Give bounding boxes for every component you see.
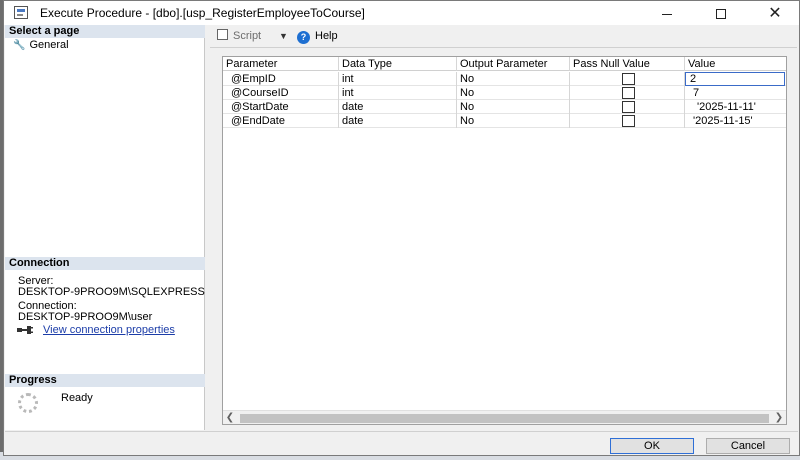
value-input[interactable]: 2 <box>685 72 785 86</box>
window-title: Execute Procedure - [dbo].[usp_RegisterE… <box>40 6 365 20</box>
view-connection-properties-link[interactable]: View connection properties <box>43 324 175 336</box>
horizontal-scrollbar[interactable]: ❮ ❯ <box>223 410 786 424</box>
help-icon: ? <box>297 31 310 44</box>
cancel-button[interactable]: Cancel <box>706 438 790 454</box>
connection-plug-icon <box>17 326 33 334</box>
help-label: Help <box>315 30 338 42</box>
connection-header: Connection <box>5 257 205 270</box>
parameters-grid: Parameter Data Type Output Parameter Pas… <box>222 56 787 425</box>
value-cell[interactable]: '2025-11-15' <box>685 114 786 128</box>
select-page-header: Select a page <box>5 25 205 38</box>
value-cell[interactable]: '2025-11-11' <box>685 100 786 114</box>
toolbar-divider <box>210 47 797 48</box>
parameter-cell: @CourseID <box>223 86 339 100</box>
script-label: Script <box>233 30 262 42</box>
column-header-parameter[interactable]: Parameter <box>223 57 339 71</box>
toolbar: Script ▼ ? Help <box>209 27 794 45</box>
scroll-left-icon[interactable]: ❮ <box>223 411 237 424</box>
page-item-general[interactable]: 🔧 General <box>13 38 69 52</box>
app-window-icon <box>14 6 28 19</box>
table-row[interactable]: @EmpID int No 2 <box>223 72 786 86</box>
pass-null-checkbox[interactable] <box>622 101 635 113</box>
grid-header: Parameter Data Type Output Parameter Pas… <box>223 57 786 71</box>
data-type-cell: int <box>339 72 457 86</box>
footer-divider <box>5 431 798 432</box>
title-bar[interactable]: Execute Procedure - [dbo].[usp_RegisterE… <box>4 1 799 25</box>
parameter-cell: @StartDate <box>223 100 339 114</box>
value-cell[interactable]: 7 <box>685 86 786 100</box>
help-button[interactable]: ? Help <box>297 28 338 44</box>
data-type-cell: date <box>339 114 457 128</box>
table-row[interactable]: @EndDate date No '2025-11-15' <box>223 114 786 128</box>
ok-button[interactable]: OK <box>610 438 694 454</box>
table-row[interactable]: @StartDate date No '2025-11-11' <box>223 100 786 114</box>
parameter-cell: @EmpID <box>223 72 339 86</box>
script-icon <box>217 29 228 40</box>
scrollbar-thumb[interactable] <box>240 414 769 423</box>
output-parameter-cell: No <box>457 114 570 128</box>
output-parameter-cell: No <box>457 100 570 114</box>
pass-null-checkbox[interactable] <box>622 73 635 85</box>
close-button[interactable]: ✕ <box>752 1 798 25</box>
script-button[interactable]: Script <box>217 28 261 44</box>
progress-status: Ready <box>61 392 93 404</box>
maximize-button[interactable] <box>698 1 744 25</box>
progress-spinner-icon <box>18 393 38 413</box>
pass-null-checkbox[interactable] <box>622 115 635 127</box>
minimize-button[interactable] <box>644 1 690 25</box>
output-parameter-cell: No <box>457 72 570 86</box>
parameter-cell: @EndDate <box>223 114 339 128</box>
minimize-icon <box>662 13 672 15</box>
column-header-value[interactable]: Value <box>685 57 786 71</box>
left-panel: Select a page 🔧 General Connection Server… <box>5 25 205 430</box>
column-header-pass-null-value[interactable]: Pass Null Value <box>570 57 685 71</box>
column-header-output-parameter[interactable]: Output Parameter <box>457 57 570 71</box>
data-type-cell: date <box>339 100 457 114</box>
data-type-cell: int <box>339 86 457 100</box>
connection-value: DESKTOP-9PROO9M\user <box>18 311 153 323</box>
wrench-icon: 🔧 <box>13 40 26 51</box>
page-item-label: General <box>29 39 69 51</box>
script-dropdown-chevron-icon[interactable]: ▼ <box>279 28 288 44</box>
scroll-right-icon[interactable]: ❯ <box>772 411 786 424</box>
close-icon: ✕ <box>768 5 782 22</box>
maximize-icon <box>716 9 726 20</box>
execute-procedure-dialog: Execute Procedure - [dbo].[usp_RegisterE… <box>3 0 800 456</box>
progress-header: Progress <box>5 374 205 387</box>
table-row[interactable]: @CourseID int No 7 <box>223 86 786 100</box>
pass-null-checkbox[interactable] <box>622 87 635 99</box>
server-value: DESKTOP-9PROO9M\SQLEXPRESS <box>18 286 205 298</box>
output-parameter-cell: No <box>457 86 570 100</box>
column-header-data-type[interactable]: Data Type <box>339 57 457 71</box>
